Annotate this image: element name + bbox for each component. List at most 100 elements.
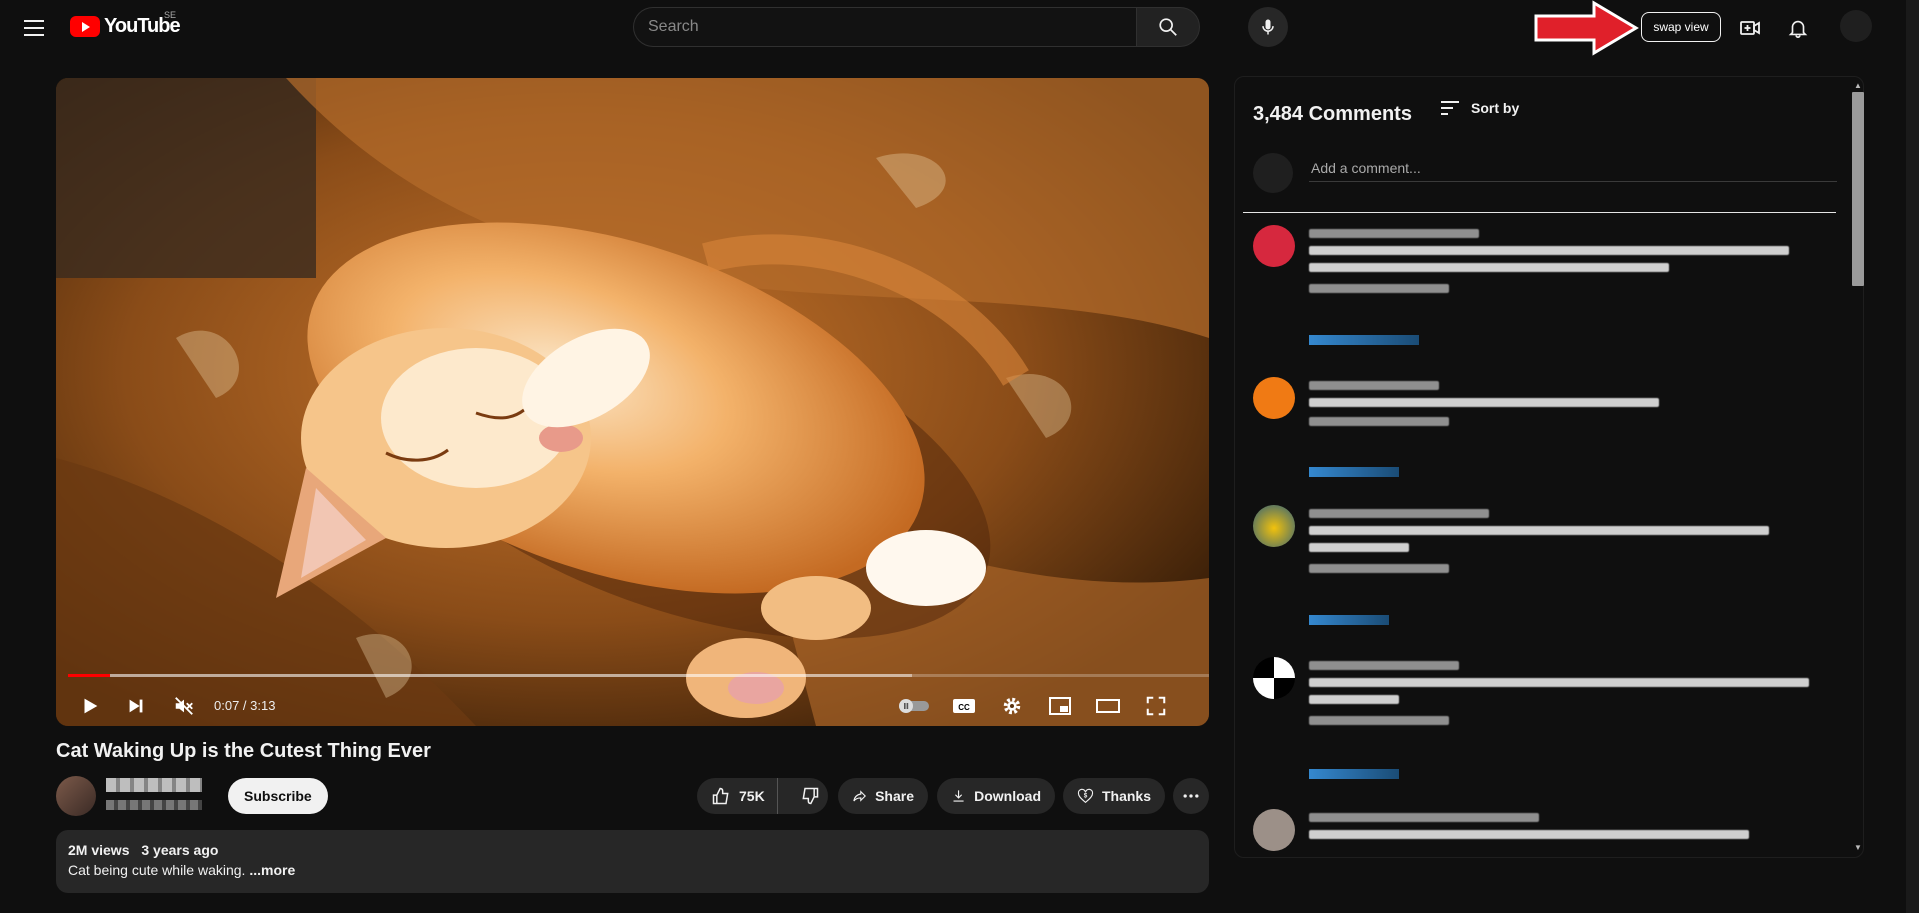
view-replies-link[interactable] xyxy=(1309,615,1389,625)
svg-text:CC: CC xyxy=(958,703,970,712)
more-actions-button[interactable] xyxy=(1173,778,1209,814)
region-code: SE xyxy=(164,10,177,20)
fullscreen-icon xyxy=(1146,696,1166,716)
description-snippet: Cat being cute while waking. xyxy=(68,862,246,878)
subtitles-button[interactable]: CC xyxy=(944,686,984,726)
thanks-label: Thanks xyxy=(1101,788,1151,804)
annotation-arrow-icon xyxy=(1534,0,1639,56)
like-count: 75K xyxy=(739,788,765,804)
channel-avatar[interactable] xyxy=(56,776,96,816)
theater-mode-icon xyxy=(1096,699,1120,713)
add-comment-input[interactable] xyxy=(1309,155,1837,182)
dislike-button[interactable] xyxy=(786,778,834,814)
more-horizontal-icon xyxy=(1183,794,1199,798)
scroll-up-arrow-icon[interactable]: ▲ xyxy=(1852,80,1864,92)
time-display: 0:07 / 3:13 xyxy=(214,698,276,713)
comments-scrollbar-thumb[interactable] xyxy=(1852,92,1864,286)
autoplay-toggle-icon xyxy=(899,699,929,713)
menu-icon[interactable] xyxy=(20,14,52,42)
comment-content-redacted xyxy=(1309,813,1839,847)
view-replies-link[interactable] xyxy=(1309,335,1419,345)
subscriber-count xyxy=(106,800,202,810)
video-frame-sleeping-cat xyxy=(56,78,1209,726)
commenter-avatar[interactable] xyxy=(1253,377,1295,419)
upload-age: 3 years ago xyxy=(141,842,219,858)
skip-next-icon xyxy=(129,699,143,713)
top-bar: YouTube SE swap view xyxy=(0,0,1919,56)
microphone-icon xyxy=(1262,19,1274,35)
youtube-play-logo-icon xyxy=(70,15,100,37)
commenter-avatar[interactable] xyxy=(1253,657,1295,699)
search-icon xyxy=(1159,18,1177,36)
play-icon xyxy=(84,698,98,714)
mute-button[interactable] xyxy=(166,686,202,726)
video-title: Cat Waking Up is the Cutest Thing Ever xyxy=(56,740,431,762)
miniplayer-button[interactable] xyxy=(1040,686,1080,726)
share-button[interactable]: Share xyxy=(838,778,928,814)
search-bar xyxy=(633,7,1200,47)
show-more-link[interactable]: ...more xyxy=(249,862,295,878)
miniplayer-icon xyxy=(1049,697,1071,715)
comments-divider xyxy=(1243,212,1836,213)
commenter-avatar[interactable] xyxy=(1253,809,1295,851)
channel-name[interactable] xyxy=(106,778,202,792)
autoplay-toggle[interactable] xyxy=(894,686,934,726)
voice-search-button[interactable] xyxy=(1248,7,1288,47)
comment-content-redacted xyxy=(1309,229,1839,301)
view-replies-link[interactable] xyxy=(1309,769,1399,779)
bell-icon xyxy=(1788,20,1808,38)
sort-icon xyxy=(1441,101,1459,115)
comments-panel: 3,484 Comments Sort by xyxy=(1234,76,1864,858)
share-label: Share xyxy=(875,788,914,804)
comment-content-redacted xyxy=(1309,661,1839,733)
svg-text:$: $ xyxy=(1084,792,1088,799)
buffered-bar xyxy=(68,674,913,677)
scroll-down-arrow-icon[interactable]: ▼ xyxy=(1852,842,1864,854)
create-button[interactable] xyxy=(1734,12,1766,44)
current-time: 0:07 xyxy=(214,698,240,713)
sort-label: Sort by xyxy=(1471,100,1520,116)
video-meta: 2M views 3 years ago xyxy=(68,842,1197,858)
commenter-avatar[interactable] xyxy=(1253,505,1295,547)
comment-content-redacted xyxy=(1309,381,1839,434)
theater-mode-button[interactable] xyxy=(1088,686,1128,726)
sort-comments-button[interactable]: Sort by xyxy=(1439,99,1519,117)
download-button[interactable]: Download xyxy=(937,778,1055,814)
create-video-icon xyxy=(1740,21,1760,35)
thumbs-down-icon xyxy=(802,787,818,805)
swap-view-button[interactable]: swap view xyxy=(1641,12,1721,42)
settings-button[interactable] xyxy=(992,686,1032,726)
thanks-button[interactable]: $ Thanks xyxy=(1063,778,1165,814)
super-thanks-icon: $ xyxy=(1077,788,1094,804)
download-label: Download xyxy=(974,788,1041,804)
played-bar xyxy=(68,674,111,677)
view-replies-link[interactable] xyxy=(1309,467,1399,477)
search-input[interactable] xyxy=(633,7,1136,47)
thumbs-up-icon xyxy=(712,787,729,805)
volume-muted-icon xyxy=(175,697,193,715)
like-button[interactable]: 75K xyxy=(697,778,778,814)
video-player[interactable]: 0:07 / 3:13 CC xyxy=(56,78,1209,726)
description-box[interactable]: 2M views 3 years ago Cat being cute whil… xyxy=(56,830,1209,893)
player-controls: 0:07 / 3:13 CC xyxy=(56,686,1209,726)
subscribe-button[interactable]: Subscribe xyxy=(228,778,328,814)
next-button[interactable] xyxy=(118,686,154,726)
download-icon xyxy=(953,790,964,802)
duration: 3:13 xyxy=(250,698,276,713)
share-icon xyxy=(853,790,866,802)
like-dislike-group: 75K xyxy=(697,778,828,814)
comments-count: 3,484 Comments xyxy=(1253,103,1412,125)
play-button[interactable] xyxy=(70,686,110,726)
page-scrollbar[interactable] xyxy=(1906,0,1919,913)
view-count: 2M views xyxy=(68,842,130,858)
commenter-avatar[interactable] xyxy=(1253,225,1295,267)
fullscreen-button[interactable] xyxy=(1136,686,1176,726)
search-button[interactable] xyxy=(1136,7,1200,47)
progress-bar[interactable] xyxy=(68,674,1209,677)
description-text: Cat being cute while waking. ...more xyxy=(68,862,1197,878)
closed-captions-icon: CC xyxy=(953,699,975,713)
my-avatar xyxy=(1253,153,1293,193)
notifications-button[interactable] xyxy=(1782,12,1814,44)
gear-icon xyxy=(1003,697,1021,715)
account-avatar[interactable] xyxy=(1840,10,1872,42)
